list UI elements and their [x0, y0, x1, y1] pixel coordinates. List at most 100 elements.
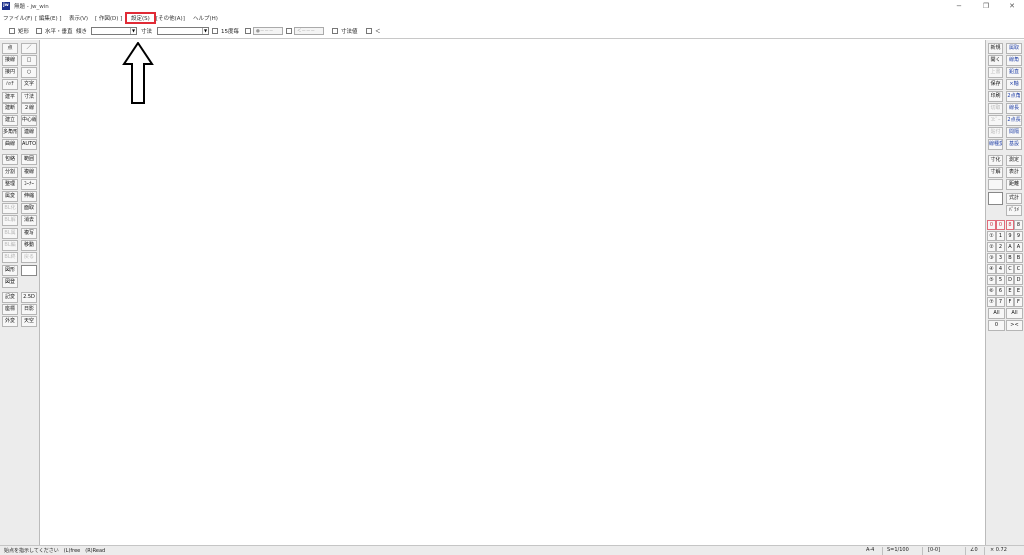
layer-button[interactable]: ⑤: [987, 275, 996, 285]
right-tool-button[interactable]: 線長: [1006, 103, 1022, 114]
layer-zero-button[interactable]: 0: [988, 320, 1005, 331]
left-tool-button[interactable]: AUTO: [21, 139, 37, 150]
left-tool-button[interactable]: 建立: [2, 115, 18, 126]
right-tool-button[interactable]: 上書: [988, 67, 1003, 78]
layer-button[interactable]: A: [1014, 242, 1023, 252]
right-tool-button[interactable]: 貼付: [988, 127, 1003, 138]
left-tool-button[interactable]: ／: [21, 43, 37, 54]
layer-button[interactable]: 8: [1006, 220, 1014, 230]
layer-button[interactable]: 4: [996, 264, 1005, 274]
right-tool-blank[interactable]: [988, 192, 1003, 205]
menu-help[interactable]: ヘルプ(H): [193, 14, 218, 22]
layer-button[interactable]: 0: [987, 220, 996, 230]
layer-button[interactable]: ⑥: [987, 286, 996, 296]
layer-button[interactable]: D: [1006, 275, 1014, 285]
right-tool-button[interactable]: 開く: [988, 55, 1003, 66]
left-tool-button[interactable]: 接円: [2, 67, 18, 78]
left-tool-button[interactable]: 包絡: [2, 154, 18, 165]
right-tool-button[interactable]: ｺﾋﾟｰ: [988, 115, 1003, 126]
layer-all-right-button[interactable]: All: [1006, 308, 1023, 319]
layer-button[interactable]: ②: [987, 242, 996, 252]
left-tool-button[interactable]: 範囲: [21, 154, 37, 165]
menu-edit[interactable]: [ 編集(E) ]: [35, 14, 62, 22]
left-tool-button[interactable]: 分割: [2, 167, 18, 178]
right-tool-button[interactable]: ×軸: [1006, 79, 1022, 90]
angle-display[interactable]: ∠0: [970, 547, 978, 553]
layer-button[interactable]: ④: [987, 264, 996, 274]
layer-button[interactable]: 0: [996, 220, 1005, 230]
right-tool-button[interactable]: 表計: [1006, 167, 1022, 178]
left-tool-button[interactable]: 属変: [2, 191, 18, 202]
layer-button[interactable]: 9: [1014, 231, 1023, 241]
left-tool-button[interactable]: 消去: [21, 215, 37, 226]
menu-view[interactable]: 表示(V): [69, 14, 88, 22]
layer-button[interactable]: ③: [987, 253, 996, 263]
layer-button[interactable]: F: [1006, 297, 1014, 307]
left-tool-button[interactable]: 整理: [2, 179, 18, 190]
left-tool-button[interactable]: 外変: [2, 316, 18, 327]
right-tool-button[interactable]: 保存: [988, 79, 1003, 90]
point-checkbox[interactable]: [245, 28, 251, 34]
right-tool-button[interactable]: 2点長: [1006, 115, 1022, 126]
left-tool-button[interactable]: 文字: [21, 79, 37, 90]
left-tool-button[interactable]: 接線: [2, 55, 18, 66]
left-tool-blank[interactable]: [21, 265, 37, 276]
left-tool-button[interactable]: 多角形: [2, 127, 18, 138]
dim-value-checkbox[interactable]: [332, 28, 338, 34]
layer-button[interactable]: B: [1014, 253, 1023, 263]
left-tool-button[interactable]: 建断: [2, 103, 18, 114]
layer-button[interactable]: 3: [996, 253, 1005, 263]
left-tool-button[interactable]: 図形: [2, 265, 18, 276]
right-tool-button[interactable]: 線種変: [988, 139, 1003, 150]
left-tool-button[interactable]: 寸法: [21, 92, 37, 103]
left-tool-button[interactable]: ○: [21, 67, 37, 78]
layer-swap-button[interactable]: ><: [1006, 320, 1023, 331]
layer-button[interactable]: C: [1014, 264, 1023, 274]
left-tool-button[interactable]: 日影: [21, 304, 37, 315]
scale-display[interactable]: S=1/100: [887, 547, 909, 553]
tilt-combo[interactable]: ▼: [91, 27, 137, 35]
menu-file[interactable]: ファイル(F): [3, 14, 32, 22]
layer-button[interactable]: F: [1014, 297, 1023, 307]
layer-button[interactable]: C: [1006, 264, 1014, 274]
right-tool-button[interactable]: 式計: [1006, 193, 1022, 204]
left-tool-button[interactable]: 面取: [21, 203, 37, 214]
right-tool-button[interactable]: 印刷: [988, 91, 1003, 102]
layer-button[interactable]: 2: [996, 242, 1005, 252]
left-tool-button[interactable]: 天空: [21, 316, 37, 327]
back-mode-button[interactable]: ＜－－－: [294, 27, 324, 35]
back-checkbox[interactable]: [286, 28, 292, 34]
left-tool-button[interactable]: BL編: [2, 240, 18, 251]
drawing-canvas[interactable]: [41, 40, 985, 545]
left-tool-button[interactable]: 記変: [2, 292, 18, 303]
left-tool-button[interactable]: 中心線: [21, 115, 37, 126]
layer-button[interactable]: 7: [996, 297, 1005, 307]
left-tool-button[interactable]: □: [21, 55, 37, 66]
layer-button[interactable]: 6: [996, 286, 1005, 296]
layer-button[interactable]: ⑦: [987, 297, 996, 307]
layer-button[interactable]: ①: [987, 231, 996, 241]
layer-button[interactable]: 5: [996, 275, 1005, 285]
right-tool-button[interactable]: 属取: [1006, 43, 1022, 54]
right-tool-button[interactable]: 線角: [1006, 55, 1022, 66]
right-tool-button[interactable]: 2点角: [1006, 91, 1022, 102]
layer-all-left-button[interactable]: All: [988, 308, 1005, 319]
left-tool-button[interactable]: 複線: [21, 167, 37, 178]
left-tool-button[interactable]: BL化: [2, 203, 18, 214]
last-checkbox[interactable]: [366, 28, 372, 34]
left-tool-button[interactable]: ２線: [21, 103, 37, 114]
left-tool-button[interactable]: 曲線: [2, 139, 18, 150]
left-tool-button[interactable]: 連線: [21, 127, 37, 138]
left-tool-button[interactable]: 2.5D: [21, 292, 37, 303]
left-tool-button[interactable]: ｺｰﾅｰ: [21, 179, 37, 190]
left-tool-button[interactable]: 戻る: [21, 252, 37, 263]
layer-button[interactable]: 8: [1014, 220, 1023, 230]
left-tool-button[interactable]: 点: [2, 43, 18, 54]
layer-button[interactable]: E: [1014, 286, 1023, 296]
right-tool-button[interactable]: 測定: [1006, 155, 1022, 166]
right-tool-button[interactable]: 新規: [988, 43, 1003, 54]
left-tool-button[interactable]: BL属: [2, 228, 18, 239]
right-tool-button[interactable]: 間隔: [1006, 127, 1022, 138]
point-mode-button[interactable]: ●－－－: [253, 27, 283, 35]
left-tool-button[interactable]: 移動: [21, 240, 37, 251]
